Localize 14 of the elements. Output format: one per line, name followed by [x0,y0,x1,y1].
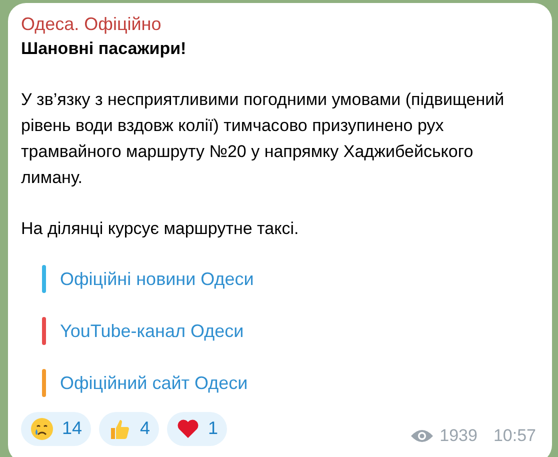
view-count: 1939 [440,425,478,447]
reaction-button[interactable]: 4 [99,412,160,446]
message-text: У зв’язку з несприятливими погодними умовами (підвищений рівень води вздовж колії) тимчасово призупинено рух трамвайного маршруту №20 у напрямку Хаджибейського лиману. [21,89,506,189]
link[interactable]: Офіційний сайт Одеси [60,370,248,396]
crying-face-icon [30,416,54,441]
eye-icon [410,428,434,444]
link[interactable]: YouTube-канал Одеси [60,318,244,344]
reaction-button[interactable]: 1 [167,412,228,446]
link[interactable]: Офіційні новини Одеси [60,266,254,292]
message-text: На ділянці курсує маршрутне таксі. [21,218,300,240]
reaction-button[interactable]: 14 [21,412,92,446]
message-title: Шановні пасажири! [21,38,188,60]
sender-name: Одеса. Офіційно [21,13,162,36]
message-time: 10:57 [493,425,536,447]
